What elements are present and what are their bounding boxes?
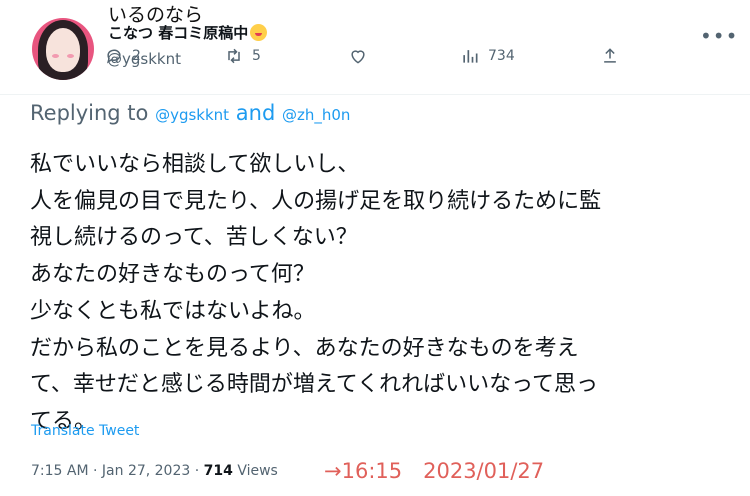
more-icon[interactable]: ••• <box>700 24 738 48</box>
replying-to: Replying to @ygskknt and @zh_h0n <box>30 101 350 125</box>
meta-separator: · <box>194 463 200 479</box>
tweet-line: 視し続けるのって、苦しくない？ <box>30 225 358 251</box>
retweet-icon <box>228 48 240 64</box>
kissing-face-emoji-icon <box>250 24 268 41</box>
previous-tweet-actions: 2 5 734 <box>104 42 644 70</box>
timestamp-annotation: →16:15 2023/01/27 <box>324 459 545 483</box>
retweet-count: 5 <box>252 48 261 64</box>
tweet-line: あなたの好きなものって何？ <box>30 262 315 288</box>
tweet-body: 私でいいなら相談して欲しいし、 人を偏見の目で見たり、人の揚げ足を取り続けるため… <box>30 147 730 441</box>
views-icon <box>463 50 478 63</box>
reply-icon <box>106 49 121 64</box>
author-name[interactable]: こなつ 春コミ原稿中 <box>108 24 248 42</box>
like-icon <box>351 50 365 64</box>
replying-label: Replying to <box>30 101 149 125</box>
reply-mention-1[interactable]: @ygskknt <box>155 106 229 124</box>
tweet-line: て、幸せだと感じる時間が増えてくれればいいなって思っ <box>30 372 599 398</box>
divider <box>0 94 750 95</box>
replying-and: and <box>235 101 276 125</box>
tweet-date[interactable]: Jan 27, 2023 <box>102 463 190 479</box>
tweet-time[interactable]: 7:15 AM <box>31 463 89 479</box>
reply-count: 2 <box>132 48 141 64</box>
tweet-line: 人を偏見の目で見たり、人の揚げ足を取り続けるために監 <box>30 188 602 214</box>
views-count: 714 <box>203 463 233 479</box>
reply-mention-2[interactable]: @zh_h0n <box>282 106 350 124</box>
share-icon <box>604 48 616 63</box>
avatar-face <box>46 28 80 72</box>
view-count: 734 <box>488 48 515 64</box>
translate-tweet-link[interactable]: Translate Tweet <box>31 423 139 439</box>
avatar-cheek-left <box>52 54 59 58</box>
avatar-cheek-right <box>67 54 74 58</box>
tweet-line: だから私のことを見るより、あなたの好きなものを考え <box>30 335 579 361</box>
meta-separator: · <box>93 463 98 479</box>
share-button[interactable] <box>600 42 620 70</box>
views-button[interactable]: 734 <box>460 42 515 70</box>
views-label: Views <box>237 463 278 479</box>
avatar[interactable] <box>32 18 94 80</box>
tweet-line: 私でいいなら相談して欲しいし、 <box>30 152 360 177</box>
author-name-row[interactable]: こなつ 春コミ原稿中 <box>108 22 268 43</box>
tweet-meta: 7:15 AM · Jan 27, 2023 · 714 Views <box>31 463 278 479</box>
like-button[interactable] <box>348 42 368 70</box>
tweet-line: 少なくとも私ではないよね。 <box>30 298 316 324</box>
retweet-button[interactable]: 5 <box>224 42 261 70</box>
reply-button[interactable]: 2 <box>104 42 141 70</box>
